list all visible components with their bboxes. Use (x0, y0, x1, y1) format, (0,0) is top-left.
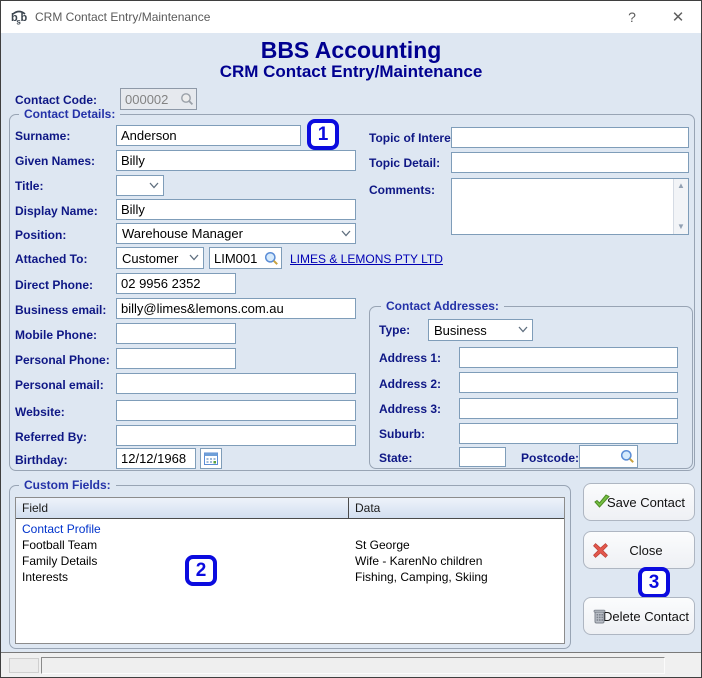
attached-to-code-field[interactable] (209, 247, 282, 269)
personal-phone-input[interactable] (116, 348, 236, 369)
surname-input[interactable] (116, 125, 301, 146)
direct-phone-label: Direct Phone: (15, 278, 94, 292)
contact-code-input[interactable] (125, 91, 180, 107)
scroll-down-icon[interactable]: ▼ (677, 220, 685, 234)
birthday-label: Birthday: (15, 453, 68, 467)
delete-contact-button[interactable]: Delete Contact (583, 597, 695, 635)
contact-addresses-group-label: Contact Addresses: (381, 299, 504, 313)
birthday-calendar-button[interactable] (200, 448, 222, 469)
chevron-down-icon (518, 326, 528, 333)
given-names-input[interactable] (116, 150, 356, 171)
title-bar[interactable]: b s b CRM Contact Entry/Maintenance ? ✕ (1, 1, 701, 33)
comments-label: Comments: (369, 183, 436, 197)
position-label: Position: (15, 228, 67, 242)
table-row[interactable]: Contact Profile (16, 522, 564, 538)
position-select[interactable]: Warehouse Manager (116, 223, 356, 244)
chevron-down-icon (341, 230, 351, 237)
contact-code-label: Contact Code: (15, 93, 97, 107)
chevron-down-icon (149, 182, 159, 189)
business-email-input[interactable] (116, 298, 356, 319)
attached-to-entity-link[interactable]: LIMES & LEMONS PTY LTD (290, 252, 443, 266)
window-title: CRM Contact Entry/Maintenance (35, 10, 211, 24)
chevron-down-icon (189, 254, 199, 261)
referred-by-input[interactable] (116, 425, 356, 446)
address1-label: Address 1: (379, 351, 442, 365)
help-button[interactable]: ? (609, 1, 655, 33)
suburb-label: Suburb: (379, 427, 425, 441)
checkmark-icon (594, 494, 610, 508)
attached-to-lookup-icon[interactable] (264, 251, 279, 266)
title-label: Title: (15, 179, 44, 193)
personal-email-label: Personal email: (15, 378, 104, 392)
personal-phone-label: Personal Phone: (15, 353, 110, 367)
comments-scrollbar[interactable]: ▲ ▼ (673, 179, 688, 234)
contact-code-lookup-icon[interactable] (180, 92, 194, 106)
display-name-input[interactable] (116, 199, 356, 220)
website-label: Website: (15, 405, 65, 419)
column-header-data[interactable]: Data (349, 498, 564, 518)
address3-input[interactable] (459, 398, 678, 419)
table-row[interactable]: Football Team St George (16, 538, 564, 554)
state-label: State: (379, 451, 413, 465)
comments-textarea[interactable]: ▲ ▼ (451, 178, 689, 235)
calendar-icon (204, 452, 218, 465)
topic-detail-input[interactable] (451, 152, 689, 173)
svg-text:b: b (21, 12, 28, 24)
topic-detail-label: Topic Detail: (369, 156, 441, 170)
given-names-label: Given Names: (15, 154, 96, 168)
custom-fields-header: Field Data (16, 498, 564, 519)
address2-label: Address 2: (379, 377, 442, 391)
surname-label: Surname: (15, 129, 71, 143)
custom-fields-table[interactable]: Field Data Contact Profile Football Team… (15, 497, 565, 644)
contact-code-field[interactable] (120, 88, 197, 110)
address2-input[interactable] (459, 372, 678, 393)
close-button[interactable]: Close (583, 531, 695, 569)
annotation-badge-1: 1 (307, 119, 339, 150)
mobile-phone-label: Mobile Phone: (15, 328, 97, 342)
custom-fields-group-label: Custom Fields: (19, 478, 116, 492)
window-close-button[interactable]: ✕ (655, 1, 701, 33)
postcode-label: Postcode: (521, 451, 580, 465)
address3-label: Address 3: (379, 402, 442, 416)
status-bar (1, 652, 701, 677)
attached-to-type-select[interactable]: Customer (116, 247, 204, 269)
table-row[interactable]: Interests Fishing, Camping, Skiing (16, 570, 564, 586)
business-email-label: Business email: (15, 303, 107, 317)
screen-title: CRM Contact Entry/Maintenance (219, 62, 483, 81)
scroll-up-icon[interactable]: ▲ (677, 179, 685, 193)
address-type-select[interactable]: Business (428, 319, 533, 341)
status-cell (9, 658, 39, 673)
attached-to-label: Attached To: (15, 252, 88, 266)
mobile-phone-input[interactable] (116, 323, 236, 344)
address-type-label: Type: (379, 323, 411, 337)
bsb-app-icon: b s b (11, 10, 28, 26)
personal-email-input[interactable] (116, 373, 356, 394)
title-select[interactable] (116, 175, 164, 196)
status-message-area (41, 657, 665, 674)
direct-phone-input[interactable] (116, 273, 236, 294)
red-x-icon (593, 542, 608, 558)
attached-to-code-input[interactable] (214, 250, 264, 266)
trash-bin-icon (593, 609, 606, 623)
birthday-input[interactable] (116, 448, 196, 469)
crm-contact-window: b s b CRM Contact Entry/Maintenance ? ✕ … (0, 0, 702, 678)
annotation-badge-3: 3 (638, 567, 670, 598)
display-name-label: Display Name: (15, 204, 98, 218)
column-header-field[interactable]: Field (16, 498, 349, 518)
website-input[interactable] (116, 400, 356, 421)
postcode-field[interactable] (579, 445, 638, 468)
annotation-badge-2: 2 (185, 555, 217, 586)
referred-by-label: Referred By: (15, 430, 88, 444)
postcode-lookup-icon[interactable] (620, 449, 635, 464)
address1-input[interactable] (459, 347, 678, 368)
suburb-input[interactable] (459, 423, 678, 444)
table-row[interactable]: Family Details Wife - KarenNo children (16, 554, 564, 570)
contact-details-group-label: Contact Details: (19, 107, 121, 121)
app-title: BBS Accounting (260, 37, 442, 63)
postcode-input[interactable] (584, 449, 620, 464)
topic-of-interest-input[interactable] (451, 127, 689, 148)
save-contact-button[interactable]: Save Contact (583, 483, 695, 521)
state-input[interactable] (459, 447, 506, 467)
